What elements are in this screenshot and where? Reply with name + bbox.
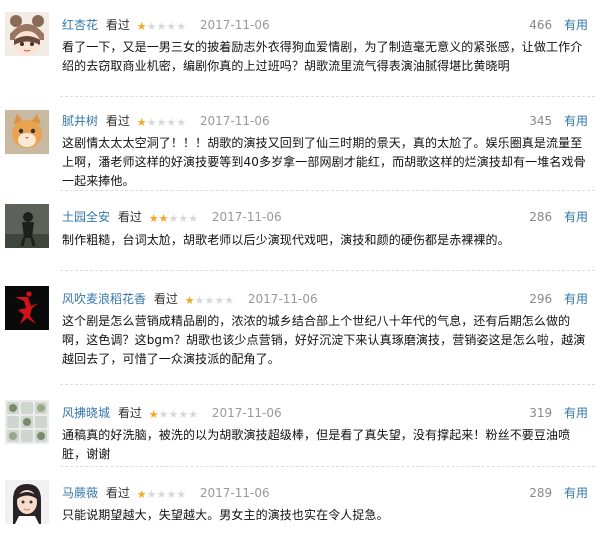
watched-status: 看过: [105, 18, 130, 32]
star-filled-icon: ★: [136, 20, 147, 33]
star-empty-icon: ★: [178, 408, 189, 421]
vote-area: 296 有用: [529, 290, 588, 308]
rating-stars: ★★★★★: [137, 17, 186, 36]
useful-button[interactable]: 有用: [564, 292, 588, 306]
anime-bear-hat-avatar-icon[interactable]: [5, 12, 49, 56]
review-header: 马蕨薇 看过 ★★★★★ 2017-11-06 289 有用: [62, 484, 598, 502]
review-text: 这个剧是怎么营销成精品剧的，浓浓的城乡结合部上个世纪八十年代的气息，还有后期怎么…: [62, 314, 586, 366]
useful-button[interactable]: 有用: [564, 114, 588, 128]
watched-status: 看过: [117, 210, 142, 224]
star-empty-icon: ★: [194, 294, 205, 307]
star-empty-icon: ★: [168, 408, 179, 421]
girl-portrait-avatar-icon[interactable]: [5, 480, 49, 524]
review-header: 腻井树 看过 ★★★★★ 2017-11-06 345 有用: [62, 112, 598, 130]
star-empty-icon: ★: [146, 488, 157, 501]
star-empty-icon: ★: [156, 116, 167, 129]
divider: [60, 190, 595, 191]
rating-stars: ★★★★★: [149, 405, 198, 424]
watched-status: 看过: [105, 486, 130, 500]
vote-count: 289: [529, 486, 553, 500]
rating-stars: ★★★★★: [137, 113, 186, 132]
review-text: 看了一下，又是一男三女的披着励志外衣得狗血爱情剧，为了制造毫无意义的紧张感，让做…: [62, 40, 583, 73]
jumpman-logo-avatar-icon[interactable]: [5, 286, 49, 330]
vote-count: 466: [529, 18, 553, 32]
star-empty-icon: ★: [204, 294, 215, 307]
star-empty-icon: ★: [146, 20, 157, 33]
star-empty-icon: ★: [166, 20, 177, 33]
rating-stars: ★★★★★: [137, 485, 186, 504]
review-username-link[interactable]: 腻井树: [62, 114, 98, 128]
star-empty-icon: ★: [224, 294, 235, 307]
vote-area: 286 有用: [529, 208, 588, 226]
dark-figure-avatar-icon[interactable]: [5, 204, 49, 248]
useful-button[interactable]: 有用: [564, 210, 588, 224]
review-date: 2017-11-06: [199, 18, 270, 32]
review-username-link[interactable]: 风吹麦浪稻花香: [62, 292, 146, 306]
star-empty-icon: ★: [188, 212, 199, 225]
star-empty-icon: ★: [168, 212, 179, 225]
star-empty-icon: ★: [214, 294, 225, 307]
star-filled-icon: ★: [136, 116, 147, 129]
cat-avatar-icon[interactable]: [5, 110, 49, 154]
star-empty-icon: ★: [166, 488, 177, 501]
vote-area: 289 有用: [529, 484, 588, 502]
rating-stars: ★★★★★: [185, 291, 234, 310]
review-username-link[interactable]: 风拂晓城: [62, 406, 110, 420]
review-date: 2017-11-06: [199, 114, 270, 128]
emoji-faces-avatar-icon[interactable]: [5, 400, 49, 444]
watched-status: 看过: [117, 406, 142, 420]
review-username-link[interactable]: 马蕨薇: [62, 486, 98, 500]
useful-button[interactable]: 有用: [564, 486, 588, 500]
vote-count: 296: [529, 292, 553, 306]
star-filled-icon: ★: [158, 212, 169, 225]
star-empty-icon: ★: [156, 488, 167, 501]
divider: [60, 384, 595, 385]
star-empty-icon: ★: [166, 116, 177, 129]
star-filled-icon: ★: [148, 408, 159, 421]
review-date: 2017-11-06: [211, 210, 282, 224]
star-empty-icon: ★: [176, 20, 187, 33]
review-header: 风拂晓城 看过 ★★★★★ 2017-11-06 319 有用: [62, 404, 598, 422]
vote-count: 319: [529, 406, 553, 420]
review-username-link[interactable]: 红杏花: [62, 18, 98, 32]
review-header: 红杏花 看过 ★★★★★ 2017-11-06 466 有用: [62, 16, 598, 34]
vote-count: 286: [529, 210, 553, 224]
review-text: 这剧情太太太空洞了！！！胡歌的演技又回到了仙三时期的景天，真的太尬了。娱乐圈真是…: [62, 136, 586, 188]
vote-area: 466 有用: [529, 16, 588, 34]
watched-status: 看过: [105, 114, 130, 128]
star-empty-icon: ★: [158, 408, 169, 421]
review-date: 2017-11-06: [247, 292, 318, 306]
review-text: 通稿真的好洗脑，被洗的以为胡歌演技超级棒，但是看了真失望，没有撑起来！粉丝不要豆…: [62, 428, 571, 461]
vote-count: 345: [529, 114, 553, 128]
review-list: 红杏花 看过 ★★★★★ 2017-11-06 466 有用 看了一下，又是一男…: [0, 0, 600, 540]
star-filled-icon: ★: [148, 212, 159, 225]
star-empty-icon: ★: [188, 408, 199, 421]
star-filled-icon: ★: [136, 488, 147, 501]
star-empty-icon: ★: [146, 116, 157, 129]
divider: [60, 466, 595, 467]
review-header: 风吹麦浪稻花香 看过 ★★★★★ 2017-11-06 296 有用: [62, 290, 598, 308]
star-empty-icon: ★: [156, 20, 167, 33]
review-date: 2017-11-06: [199, 486, 270, 500]
watched-status: 看过: [153, 292, 178, 306]
review-text: 只能说期望越大，失望越大。男女主的演技也实在令人捉急。: [62, 508, 389, 522]
star-empty-icon: ★: [178, 212, 189, 225]
useful-button[interactable]: 有用: [564, 406, 588, 420]
review-header: 土园全安 看过 ★★★★★ 2017-11-06 286 有用: [62, 208, 598, 226]
vote-area: 319 有用: [529, 404, 588, 422]
useful-button[interactable]: 有用: [564, 18, 588, 32]
star-filled-icon: ★: [184, 294, 195, 307]
divider: [60, 96, 595, 97]
review-date: 2017-11-06: [211, 406, 282, 420]
star-empty-icon: ★: [176, 488, 187, 501]
review-username-link[interactable]: 土园全安: [62, 210, 110, 224]
review-text: 制作粗糙，台词太尬，胡歌老师以后少演现代戏吧，演技和颜的硬伤都是赤裸裸的。: [62, 233, 510, 247]
vote-area: 345 有用: [529, 112, 588, 130]
star-empty-icon: ★: [176, 116, 187, 129]
divider: [60, 270, 595, 271]
rating-stars: ★★★★★: [149, 209, 198, 228]
